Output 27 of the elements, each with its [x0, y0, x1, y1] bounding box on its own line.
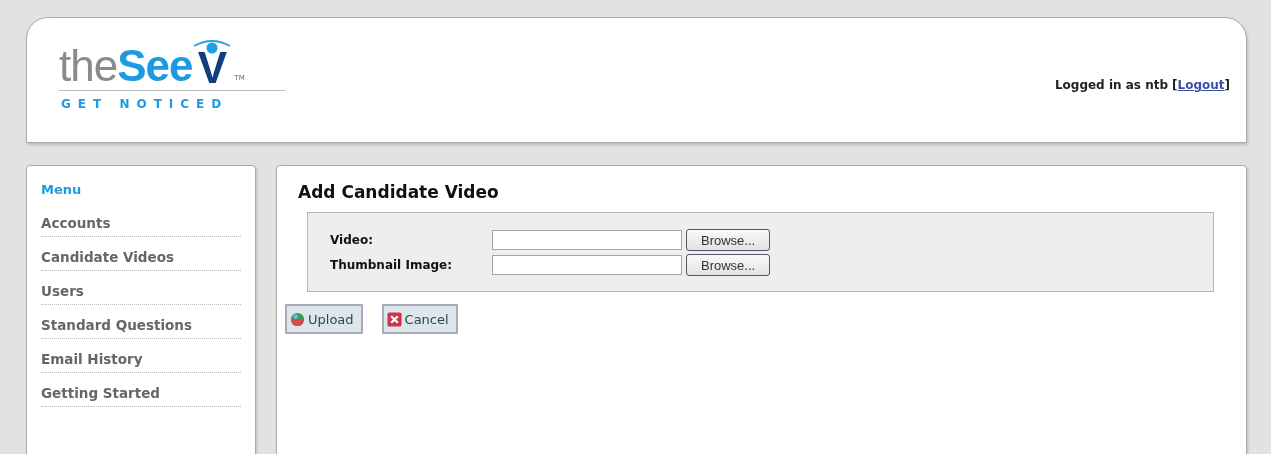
- browse-button[interactable]: Browse...: [686, 254, 771, 276]
- menu-item[interactable]: Users: [41, 283, 84, 299]
- field-label: Thumbnail Image:: [330, 258, 453, 272]
- file-field[interactable]: [492, 230, 682, 250]
- menu-title: Menu: [41, 182, 83, 197]
- close-icon: [386, 311, 402, 327]
- logo-text: V: [197, 47, 228, 88]
- file-field[interactable]: [492, 255, 682, 275]
- upload-button[interactable]: Upload: [285, 304, 363, 334]
- globe-icon: [290, 311, 305, 327]
- logo-tagline: GET NOTICED: [61, 96, 230, 111]
- menu-item[interactable]: Email History: [41, 351, 143, 367]
- logo-text: See: [117, 43, 193, 88]
- menu-item[interactable]: Candidate Videos: [41, 249, 174, 265]
- figure-icon: [192, 37, 233, 54]
- logo-text: the: [59, 43, 118, 88]
- bracket-text: [: [1172, 78, 1178, 92]
- bracket-text: ]: [1224, 78, 1230, 92]
- menu-item[interactable]: Getting Started: [41, 385, 160, 401]
- cancel-button[interactable]: Cancel: [381, 304, 458, 334]
- field-label: Video:: [330, 233, 374, 247]
- menu-item[interactable]: Standard Questions: [41, 317, 192, 333]
- browse-button[interactable]: Browse...: [686, 229, 771, 251]
- page-title: Add Candidate Video: [298, 182, 500, 202]
- menu-item[interactable]: Accounts: [41, 215, 111, 231]
- login-status: Logged in as ntb: [1054, 78, 1168, 92]
- logout-link[interactable]: Logout: [1177, 78, 1225, 92]
